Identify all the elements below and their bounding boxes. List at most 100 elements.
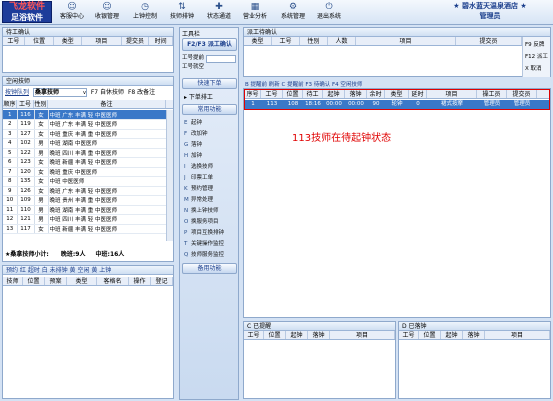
sort-queue-link[interactable]: 按钟队列 [5,89,29,96]
table-row[interactable]: 6 123 女晚班 新疆 丰满 轻 中医医师 [3,157,167,168]
column-header[interactable]: 工号 [244,331,264,339]
table-row[interactable]: 10 109 男晚班 贵州 丰满 重 中医医师 [3,195,167,206]
column-header[interactable]: 落钟 [463,331,485,339]
common-functions-header[interactable]: 常用功能 [182,104,237,115]
function-menu-item[interactable]: O 换服务项目 [184,218,237,227]
column-header[interactable]: 待工 [303,90,323,98]
table-row[interactable]: 5 122 男晚班 四川 丰满 重 中医医师 [3,148,167,158]
app-logo: 飞龙软件 足浴软件 [2,1,52,23]
column-header[interactable]: 位置 [264,331,286,339]
table-row[interactable]: 7 120 女晚班 重庆 中医医师 [3,167,167,177]
column-header[interactable]: 性别 [34,100,48,108]
function-menu-item[interactable]: P 项目互换排钟 [184,229,237,238]
function-menu-item[interactable]: M 异常处理 [184,196,237,205]
column-header[interactable]: 落钟 [308,331,330,339]
function-menu-item[interactable]: N 换上钟技师 [184,207,237,216]
column-header[interactable]: 类型 [54,37,83,45]
toolbar-button-7[interactable]: ⏻ 退出系统 [312,1,346,23]
table-cell: 127 [17,129,35,139]
column-header[interactable]: 延时 [409,90,427,98]
function-menu-item[interactable]: H 加钟 [184,152,237,161]
column-header[interactable]: 起钟 [323,90,345,98]
table-row[interactable]: 3 127 女中班 重庆 丰满 重 中医医师 [3,129,167,139]
function-menu-item[interactable]: I 选换技师 [184,163,237,172]
function-menu-item[interactable]: F 改加钟 [184,130,237,139]
toolbar-button-5[interactable]: ▦ 营业分析 [238,1,272,23]
column-header[interactable]: 操工员 [477,90,507,98]
column-header[interactable]: 位置 [419,331,441,339]
table-row[interactable]: 2 119 女中班 广东 丰满 轻 中医医师 [3,119,167,130]
column-header[interactable]: 提交员 [507,90,537,98]
dispatch-action-2[interactable]: X 取消 [525,64,542,72]
table-row[interactable]: 9 126 女晚班 广东 丰满 轻 中医医师 [3,186,167,196]
column-header[interactable]: 项目 [82,37,122,45]
shop-name: ★ 碧水蓝天温泉酒店 ★ [453,2,527,10]
dispatch-action-0[interactable]: F9 反牌 [525,40,544,48]
function-menu-item[interactable]: J 印票工单 [184,174,237,183]
f8-edit-note-button[interactable]: F8 改备注 [128,89,155,96]
column-header[interactable]: 工号 [3,37,25,45]
tech-type-select[interactable]: 桑拿技师 v [32,88,87,97]
column-header[interactable]: 类型 [244,37,272,45]
column-header[interactable]: 位置 [25,37,55,45]
toolbar-button-4[interactable]: ✚ 状态通道 [202,1,236,23]
column-header[interactable]: 类型 [67,277,97,285]
table-row[interactable]: 1 116 女中班 广东 丰满 轻 中医医师 [3,110,167,120]
column-header[interactable]: 类型 [385,90,409,98]
column-header[interactable]: 项目 [330,331,395,339]
column-header[interactable]: 时间 [149,37,173,45]
table-row[interactable]: 11 110 男晚班 湖南 丰满 重 中医医师 [3,205,167,215]
column-header[interactable]: 项目 [427,90,477,98]
worker-id-input[interactable] [206,55,236,63]
column-header[interactable]: 工号 [261,90,283,98]
dispatch-action-1[interactable]: F12 派工 [525,52,548,60]
function-menu-item[interactable]: K 预约管理 [184,185,237,194]
function-menu-item[interactable]: T 关键操作监控 [184,240,237,249]
column-header[interactable]: 预案 [45,277,67,285]
table-cell: 中班 中医医师 [48,176,167,187]
column-header[interactable]: 顺序 [3,100,17,108]
column-header[interactable]: 余时 [367,90,385,98]
column-header[interactable]: 提交员 [122,37,150,45]
next-order-button[interactable]: ▸ 下单排工 [184,92,213,101]
spare-functions-header[interactable]: 备用功能 [182,263,237,274]
column-header[interactable]: 性别 [300,37,328,45]
column-header[interactable]: 备注 [48,100,166,108]
table-row[interactable]: 13 117 女中班 新疆 丰满 轻 中医医师 [3,224,167,234]
f7-self-rest-button[interactable]: F7 自休技师 [91,89,124,96]
column-header[interactable]: 技师 [3,277,23,285]
column-header[interactable]: 操作 [129,277,151,285]
function-menu-item[interactable]: G 落钟 [184,141,237,150]
toolbar-button-1[interactable]: ☺ 收银管理 [90,1,124,23]
column-header[interactable]: 序号 [245,90,261,98]
toolbar-button-6[interactable]: ⚙ 系统管理 [276,1,310,23]
order-row[interactable]: 1 113 108 18:16 00:00 00:00 90 轮钟 0 裙式按摩 管理员 管理员 [245,100,549,109]
column-header[interactable]: 提交员 [456,37,522,45]
column-header[interactable]: 位置 [283,90,303,98]
column-header[interactable]: 工号 [272,37,300,45]
column-header[interactable]: 起钟 [441,331,463,339]
column-header[interactable]: 项目 [356,37,456,45]
vertical-scrollbar[interactable] [166,110,173,241]
toolbar-button-0[interactable]: ☺ 客服中心 [55,1,89,23]
column-header[interactable]: 起钟 [286,331,308,339]
table-row[interactable]: 12 121 男中班 四川 丰满 轻 中医医师 [3,214,167,225]
toolbar-button-2[interactable]: ◷ 上钟控制 [128,1,162,23]
table-row[interactable]: 4 102 男中班 湖南 中医医师 [3,138,167,149]
current-role: 管理员 [479,12,501,20]
column-header[interactable]: 工号 [399,331,419,339]
dispatch-confirm-button[interactable]: F2/F3 派工确认 [182,38,237,51]
column-header[interactable]: 登记 [151,277,173,285]
function-menu-item[interactable]: E 起钟 [184,119,237,128]
toolbar-button-3[interactable]: ⇅ 技师排钟 [165,1,199,23]
column-header[interactable]: 项目 [485,331,550,339]
column-header[interactable]: 落钟 [345,90,367,98]
column-header[interactable]: 人数 [328,37,356,45]
column-header[interactable]: 客格名 [97,277,129,285]
table-row[interactable]: 8 135 女中班 中医医师 [3,176,167,187]
column-header[interactable]: 位置 [23,277,45,285]
function-menu-item[interactable]: Q 技师服务监控 [184,251,237,260]
quick-order-header[interactable]: 快速下单 [182,78,237,89]
exit-icon: ⏻ [325,2,333,12]
column-header[interactable]: 工号 [17,100,34,108]
